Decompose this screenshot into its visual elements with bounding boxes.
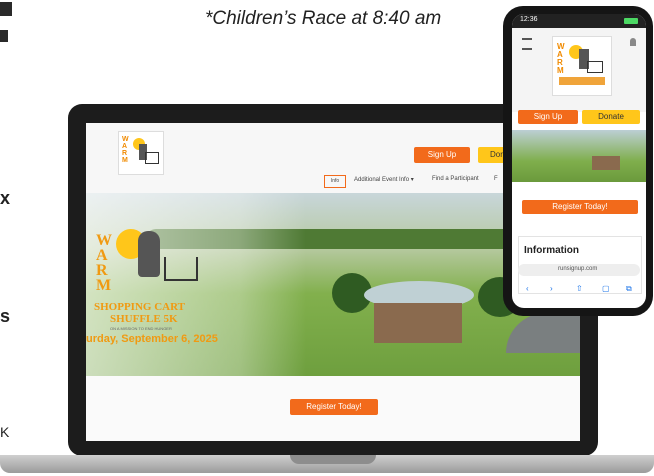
browser-back-icon[interactable]: ‹ <box>526 284 529 293</box>
phone-hero-image <box>512 130 646 182</box>
phone-sign-up-button[interactable]: Sign Up <box>518 110 578 124</box>
event-date: urday, September 6, 2025 <box>86 333 218 345</box>
browser-share-icon[interactable]: ⇧ <box>576 284 583 293</box>
caption: *Children’s Race at 8:40 am <box>205 8 442 29</box>
phone-logo[interactable]: WARM <box>552 36 612 96</box>
browser-forward-icon[interactable]: › <box>550 284 553 293</box>
menu-icon[interactable] <box>522 38 532 50</box>
phone-register-button[interactable]: Register Today! <box>522 200 638 214</box>
top-left-icon <box>0 0 14 48</box>
laptop-hinge <box>290 455 376 464</box>
hero-overlay <box>86 193 306 376</box>
sign-up-button[interactable]: Sign Up <box>414 147 470 163</box>
browser-bookmarks-icon[interactable]: ▢ <box>602 284 610 293</box>
event-tagline: ON A MISSION TO END HUNGER <box>110 326 172 331</box>
browser-tabs-icon[interactable]: ⧉ <box>626 284 632 294</box>
left-text-fragment: x <box>0 188 11 208</box>
nav-link-info[interactable]: Info <box>324 175 346 188</box>
path <box>506 313 580 353</box>
phone-donate-button[interactable]: Donate <box>582 110 640 124</box>
nav-link-event-info[interactable]: Additional Event Info ▾ <box>354 176 414 183</box>
shopping-cart-icon <box>164 257 198 281</box>
event-title-line2: SHUFFLE 5K <box>110 313 178 325</box>
battery-icon <box>624 18 638 24</box>
pavilion-building <box>374 303 462 343</box>
left-text-fragment: s <box>0 306 11 326</box>
nav-link-more[interactable]: F <box>494 176 498 182</box>
nav-link-find-participant[interactable]: Find a Participant <box>432 176 479 182</box>
phone-hero-pavilion <box>592 156 620 170</box>
site-logo[interactable]: WARM <box>118 131 164 175</box>
left-text-fragment: K <box>0 424 10 440</box>
warm-letters: W A R M <box>96 232 112 294</box>
phone-time: 12:36 <box>520 16 538 23</box>
event-title-line1: SHOPPING CART <box>94 301 185 313</box>
runner-icon <box>138 231 160 277</box>
user-icon[interactable] <box>630 38 636 46</box>
phone-screen: 12:36 WARM Sign Up Donate Register Today… <box>512 14 646 308</box>
info-heading: Information <box>524 245 579 256</box>
register-button[interactable]: Register Today! <box>290 399 378 415</box>
url-text: runsignup.com <box>558 266 598 272</box>
